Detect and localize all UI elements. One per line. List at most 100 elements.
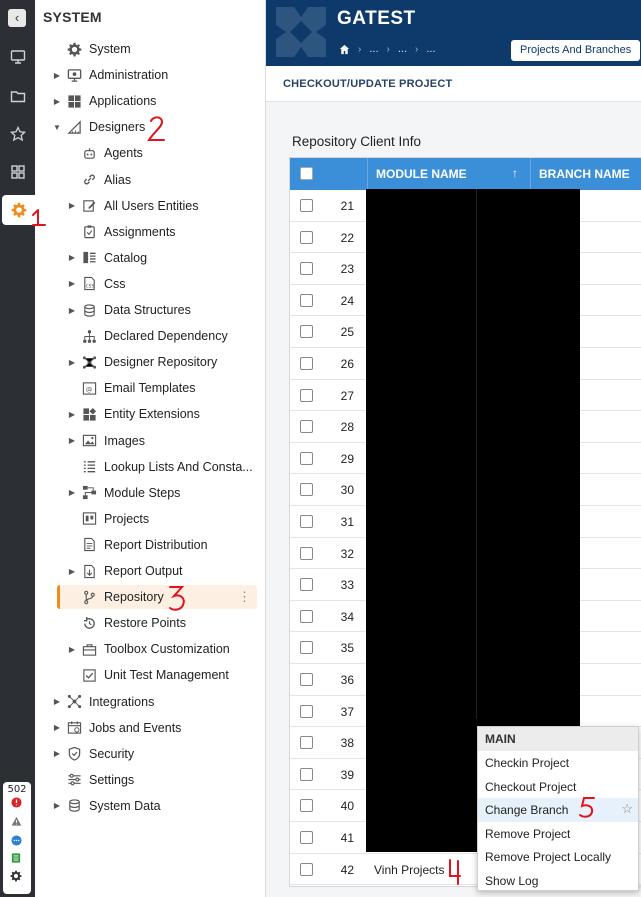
caret-right-icon[interactable]: ▶ (52, 801, 62, 810)
collapse-rail-button[interactable]: ‹ (8, 9, 26, 27)
row-number: 25 (340, 325, 354, 340)
caret-right-icon[interactable]: ▶ (67, 358, 77, 367)
menu-item-remove-project-locally[interactable]: Remove Project Locally (478, 845, 638, 869)
row-checkbox[interactable] (300, 325, 313, 339)
menu-item-remove-project[interactable]: Remove Project (478, 822, 638, 846)
tree-item-lookup-lists-and-consta[interactable]: Lookup Lists And Consta... (67, 455, 253, 479)
tree-item-alias[interactable]: Alias (67, 168, 131, 192)
row-number: 36 (340, 673, 354, 687)
row-checkbox[interactable] (300, 862, 313, 876)
row-checkbox[interactable] (300, 230, 313, 244)
caret-right-icon[interactable]: ▶ (67, 279, 77, 288)
projects-and-branches-button[interactable]: Projects And Branches (511, 40, 641, 61)
document-icon[interactable] (9, 852, 23, 864)
caret-right-icon[interactable]: ▶ (67, 201, 77, 210)
row-checkbox[interactable] (300, 736, 313, 750)
row-checkbox[interactable] (300, 357, 313, 370)
row-checkbox[interactable] (300, 420, 313, 434)
tree-item-css[interactable]: ▶ CSS Css (67, 272, 126, 296)
tree-item-repository[interactable]: Repository ⋮ (57, 585, 257, 610)
gear-icon[interactable] (2, 195, 35, 225)
folder-icon[interactable] (0, 81, 35, 111)
column-header-branch-name[interactable]: BRANCH NAME (530, 158, 641, 190)
settings-status-icon[interactable] (9, 870, 23, 882)
row-checkbox[interactable] (300, 451, 313, 465)
caret-right-icon[interactable]: ▶ (67, 410, 77, 419)
breadcrumb-item[interactable]: ... (398, 43, 407, 55)
tree-item-data-structures[interactable]: ▶ Data Structures (67, 298, 191, 322)
select-all-checkbox[interactable] (300, 167, 313, 180)
caret-right-icon[interactable]: ▶ (67, 306, 77, 315)
tree-item-jobs-and-events[interactable]: ▶ Jobs and Events (52, 716, 182, 740)
row-checkbox[interactable] (300, 609, 313, 623)
tree-item-toolbox-customization[interactable]: ▶ Toolbox Customization (67, 637, 230, 661)
tree-item-projects[interactable]: Projects (67, 507, 149, 531)
breadcrumb-item[interactable]: ... (369, 43, 378, 55)
caret-right-icon[interactable]: ▶ (67, 253, 77, 262)
tree-item-agents[interactable]: Agents (67, 141, 143, 165)
row-checkbox[interactable] (300, 199, 313, 212)
menu-item-change-branch[interactable]: Change Branch ☆ (478, 798, 638, 822)
caret-down-icon[interactable]: ▼ (52, 123, 62, 132)
monitor-icon[interactable] (0, 42, 35, 72)
star-icon[interactable] (0, 119, 35, 149)
home-icon[interactable] (339, 44, 350, 55)
row-checkbox[interactable] (300, 546, 313, 560)
tree-item-unit-test-management[interactable]: Unit Test Management (67, 663, 229, 687)
menu-item-checkout-project[interactable]: Checkout Project (478, 775, 638, 799)
caret-right-icon[interactable]: ▶ (52, 749, 62, 758)
more-options-icon[interactable]: ⋮ (238, 589, 251, 605)
row-checkbox[interactable] (300, 641, 313, 655)
caret-right-icon[interactable]: ▶ (67, 488, 77, 497)
menu-item-checkin-project[interactable]: Checkin Project (478, 751, 638, 775)
tree-item-email-templates[interactable]: @ Email Templates (67, 376, 195, 400)
row-checkbox[interactable] (300, 767, 313, 781)
row-checkbox[interactable] (300, 515, 313, 528)
tree-item-report-distribution[interactable]: Report Distribution (67, 533, 208, 557)
tree-item-module-steps[interactable]: ▶ Module Steps (67, 481, 181, 505)
tree-item-security[interactable]: ▶ Security (52, 742, 134, 766)
tree-item-report-output[interactable]: ▶ Report Output (67, 559, 183, 583)
tree-item-assignments[interactable]: Assignments (67, 220, 176, 244)
tree-item-entity-extensions[interactable]: ▶ Entity Extensions (67, 402, 200, 426)
tree-item-administration[interactable]: ▶ Administration (52, 63, 168, 87)
sort-ascending-icon[interactable]: ↑ (512, 166, 518, 180)
error-icon[interactable] (9, 796, 23, 808)
tree-item-designers[interactable]: ▼ Designers (52, 115, 145, 139)
tree-item-images[interactable]: ▶ Images (67, 429, 145, 453)
grid-icon[interactable] (0, 157, 35, 187)
caret-right-icon[interactable]: ▶ (52, 97, 62, 106)
row-checkbox[interactable] (300, 799, 313, 813)
tree-item-declared-dependency[interactable]: Declared Dependency (67, 324, 228, 348)
row-checkbox[interactable] (300, 831, 313, 844)
caret-right-icon[interactable]: ▶ (52, 71, 62, 80)
row-checkbox[interactable] (300, 293, 313, 307)
warning-icon[interactable] (9, 815, 23, 827)
row-checkbox[interactable] (300, 578, 313, 592)
row-checkbox[interactable] (300, 262, 313, 276)
tree-item-catalog[interactable]: ▶ Catalog (67, 246, 147, 270)
column-header-module-name[interactable]: MODULE NAME ↑ (367, 158, 530, 190)
chat-icon[interactable] (9, 834, 23, 846)
tree-item-all-users-entities[interactable]: ▶ All Users Entities (67, 194, 199, 218)
caret-right-icon[interactable]: ▶ (52, 723, 62, 732)
row-checkbox[interactable] (300, 673, 313, 686)
tree-item-system[interactable]: System (52, 37, 131, 61)
breadcrumb-item[interactable]: ... (426, 43, 435, 55)
caret-right-icon[interactable]: ▶ (67, 436, 77, 445)
row-checkbox[interactable] (300, 388, 313, 402)
tree-item-integrations[interactable]: ▶ Integrations (52, 690, 154, 714)
star-icon[interactable]: ☆ (621, 801, 633, 817)
caret-right-icon[interactable]: ▶ (67, 645, 77, 654)
status-count[interactable]: 502 (3, 784, 31, 795)
caret-right-icon[interactable]: ▶ (67, 567, 77, 576)
tree-item-settings[interactable]: Settings (52, 768, 134, 792)
tree-item-designer-repository[interactable]: ▶ Designer Repository (67, 350, 217, 374)
tree-item-restore-points[interactable]: Restore Points (67, 611, 186, 635)
tree-item-system-data[interactable]: ▶ System Data (52, 794, 161, 818)
caret-right-icon[interactable]: ▶ (52, 697, 62, 706)
row-checkbox[interactable] (300, 704, 313, 718)
row-checkbox[interactable] (300, 483, 313, 497)
tree-item-applications[interactable]: ▶ Applications (52, 89, 156, 113)
menu-item-show-log[interactable]: Show Log (478, 869, 638, 893)
